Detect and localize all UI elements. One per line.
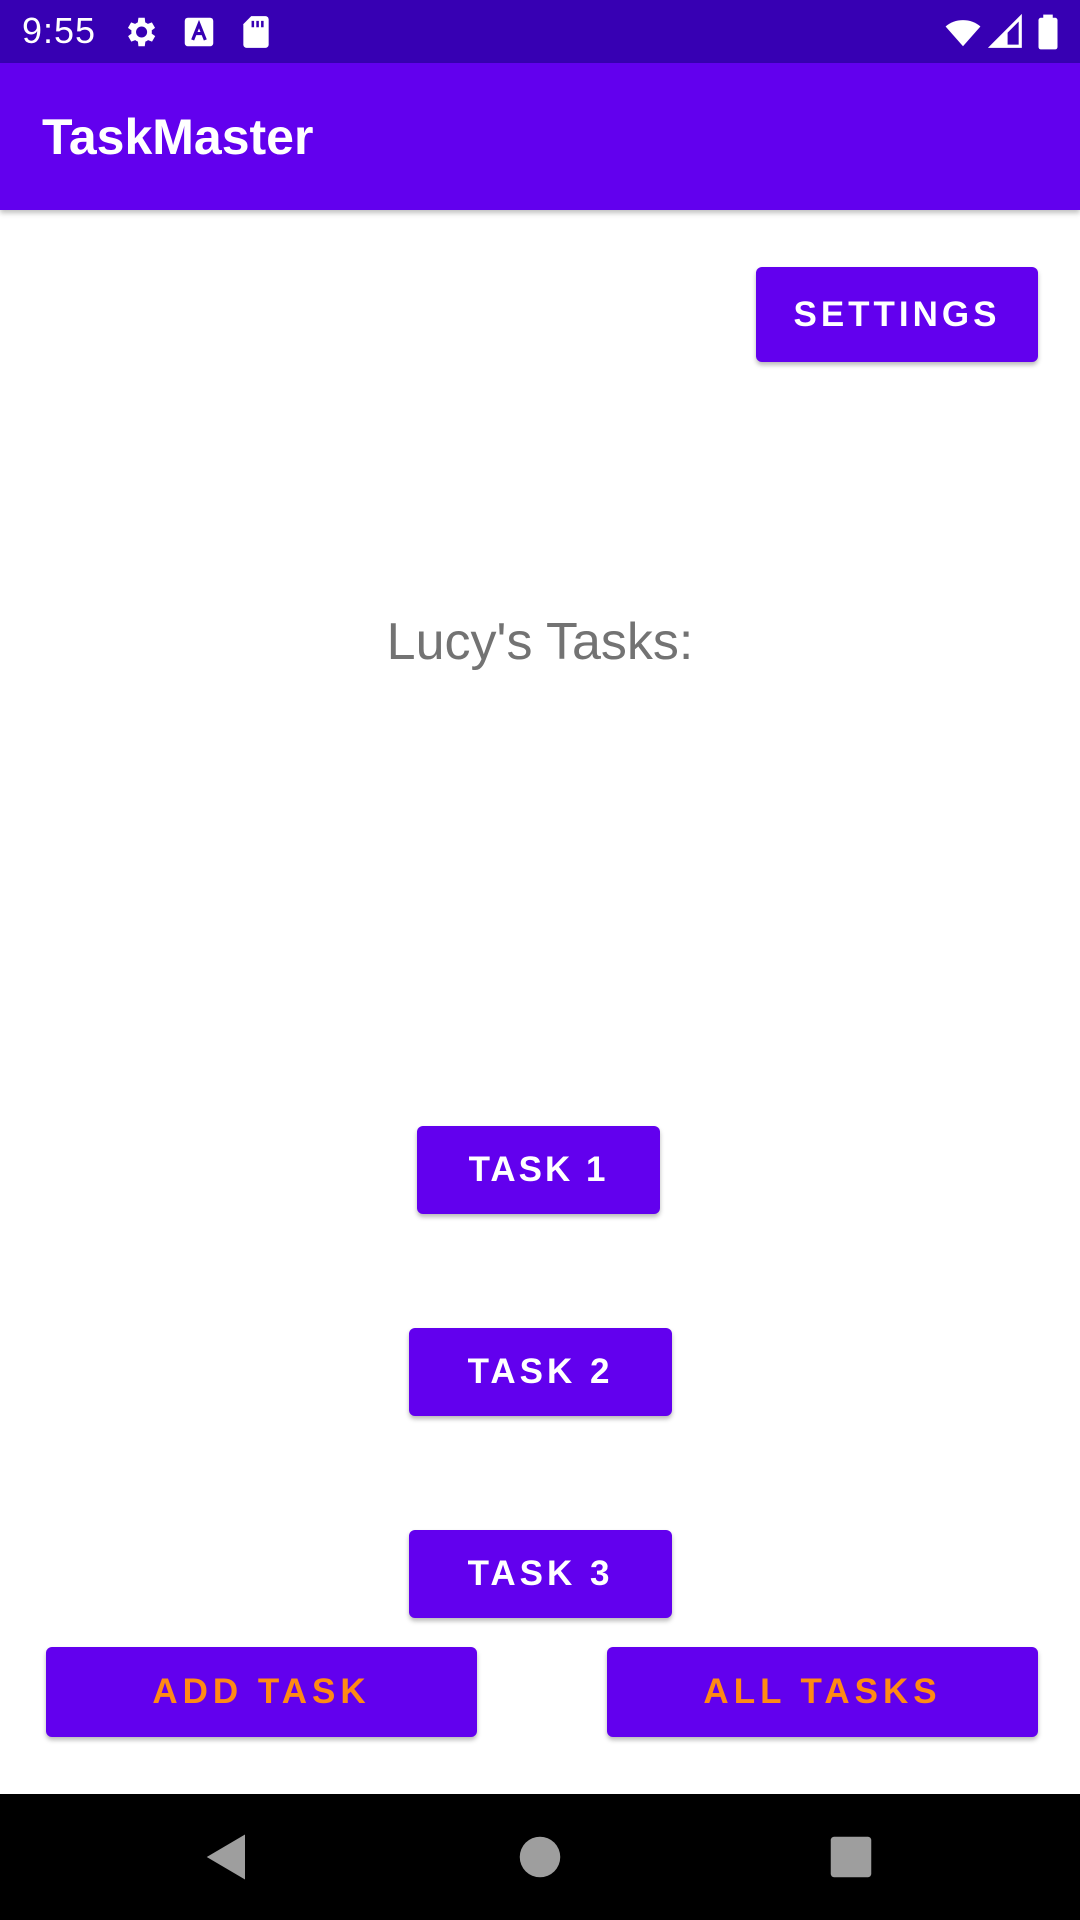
app-title: TaskMaster <box>42 109 314 165</box>
add-task-button[interactable]: ADD TASK <box>46 1647 477 1737</box>
tasks-heading: Lucy's Tasks: <box>386 613 694 671</box>
wifi-icon <box>942 13 984 51</box>
back-triangle-icon[interactable] <box>200 1830 254 1884</box>
keyboard-a-icon <box>180 13 218 51</box>
task-2-button[interactable]: TASK 2 <box>409 1328 672 1416</box>
battery-icon <box>1035 13 1061 51</box>
cell-signal-icon <box>987 13 1025 51</box>
task-1-button[interactable]: TASK 1 <box>417 1126 660 1214</box>
settings-button[interactable]: SETTINGS <box>756 267 1038 362</box>
screen: 9:55 TaskMaster SETTINGS Lucy's Tasks: T… <box>0 0 1080 1920</box>
home-circle-icon[interactable] <box>513 1830 567 1884</box>
task-3-button[interactable]: TASK 3 <box>409 1530 672 1618</box>
app-bar: TaskMaster <box>0 63 1080 210</box>
all-tasks-button[interactable]: ALL TASKS <box>607 1647 1038 1737</box>
status-time: 9:55 <box>22 10 97 51</box>
settings-gear-icon <box>121 13 159 51</box>
sd-card-icon <box>237 13 275 51</box>
navigation-bar <box>0 1794 1080 1920</box>
status-bar: 9:55 <box>0 0 1080 63</box>
recents-square-icon[interactable] <box>824 1830 878 1884</box>
